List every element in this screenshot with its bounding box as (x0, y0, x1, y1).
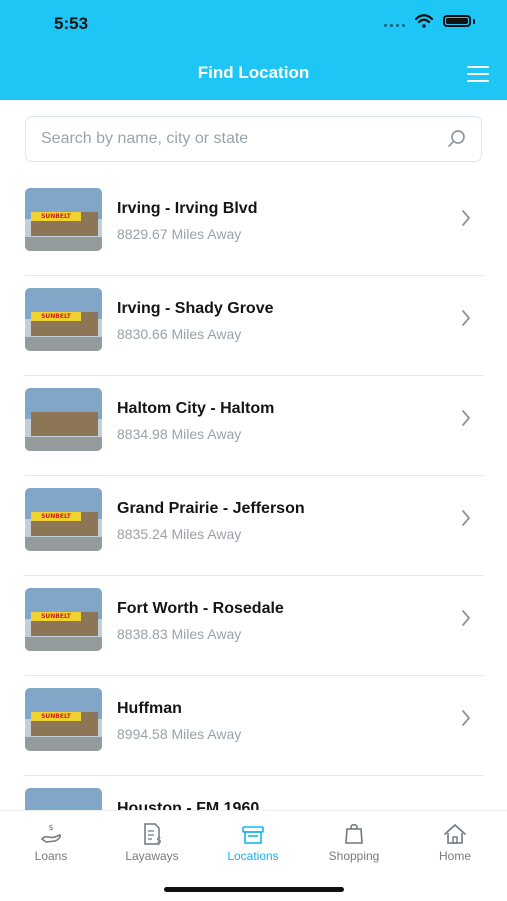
app-header: 5:53 Find Location (0, 0, 507, 100)
location-list: SUNBELT PAWN Irving - Irving Blvd 8829.67 … (25, 176, 483, 810)
tab-label-home: Home (438, 849, 471, 863)
location-photo: SUNBELT PAWN (25, 588, 102, 651)
home-indicator (164, 887, 344, 892)
location-name: Grand Prairie - Jefferson (117, 500, 305, 517)
svg-text:$: $ (48, 823, 53, 832)
location-name: Irving - Irving Blvd (117, 200, 258, 217)
tab-loans[interactable]: $ Loans (6, 821, 96, 869)
location-distance: 8834.98 Miles Away (117, 426, 242, 442)
tab-locations[interactable]: Locations (208, 821, 298, 869)
tab-label-locations: Locations (227, 849, 279, 863)
location-photo (25, 788, 102, 810)
chevron-right-icon (462, 510, 470, 526)
store-sign: SUNBELT PAWN (31, 212, 81, 221)
location-photo: SUNBELT PAWN (25, 188, 102, 251)
location-item[interactable]: SUNBELT PAWN Grand Prairie - Jefferson 883… (25, 476, 483, 576)
store-sign: SUNBELT PAWN (31, 312, 81, 321)
tab-layaways[interactable]: $ Layaways (107, 821, 197, 869)
search-bar (25, 116, 482, 162)
search-icon[interactable] (446, 128, 468, 150)
location-photo: SUNBELT PAWN (25, 688, 102, 751)
location-distance: 8835.24 Miles Away (117, 526, 242, 542)
store-icon (242, 826, 264, 844)
location-name: Haltom City - Haltom (117, 400, 275, 417)
location-item[interactable]: Houston - FM 1960 (25, 776, 483, 810)
chevron-right-icon (462, 310, 470, 326)
hamburger-menu-icon[interactable] (467, 66, 489, 82)
location-item[interactable]: Haltom City - Haltom 8834.98 Miles Away (25, 376, 483, 476)
location-item[interactable]: SUNBELT PAWN Irving - Irving Blvd 8829.67 … (25, 176, 483, 276)
tab-shopping[interactable]: Shopping (309, 821, 399, 869)
location-distance: 8830.66 Miles Away (117, 326, 242, 342)
tab-label-shopping: Shopping (328, 849, 380, 863)
location-photo: SUNBELT PAWN (25, 288, 102, 351)
page-title: Find Location (197, 63, 310, 82)
store-sign: SUNBELT PAWN (31, 612, 81, 621)
hand-dollar-icon: $ (40, 823, 61, 843)
signal-icon (384, 15, 405, 27)
status-icons (384, 14, 475, 28)
location-item[interactable]: SUNBELT PAWN Huffman 8994.58 Miles Away (25, 676, 483, 776)
location-item[interactable]: SUNBELT PAWN Fort Worth - Rosedale 8838.83… (25, 576, 483, 676)
tab-label-layaways: Layaways (125, 849, 179, 863)
chevron-right-icon (462, 410, 470, 426)
svg-text:$: $ (156, 836, 162, 846)
tab-home[interactable]: Home (410, 821, 500, 869)
location-photo (25, 388, 102, 451)
location-photo: SUNBELT PAWN (25, 488, 102, 551)
shopping-bag-icon (345, 823, 363, 844)
location-name: Fort Worth - Rosedale (117, 600, 284, 617)
receipt-dollar-icon: $ (144, 823, 162, 846)
home-icon (444, 823, 466, 844)
status-time: 5:53 (54, 14, 89, 33)
chevron-right-icon (462, 610, 470, 626)
location-distance: 8994.58 Miles Away (117, 726, 242, 742)
store-sign: SUNBELT PAWN (31, 512, 81, 521)
chevron-right-icon (462, 710, 470, 726)
search-input[interactable] (39, 129, 446, 149)
location-item[interactable]: SUNBELT PAWN Irving - Shady Grove 8830.66 … (25, 276, 483, 376)
location-distance: 8838.83 Miles Away (117, 626, 242, 642)
chevron-right-icon (462, 210, 470, 226)
location-distance: 8829.67 Miles Away (117, 226, 242, 242)
store-sign: SUNBELT PAWN (31, 712, 81, 721)
location-name: Houston - FM 1960 (117, 800, 260, 810)
location-name: Huffman (117, 700, 182, 717)
battery-icon (443, 15, 471, 27)
location-name: Irving - Shady Grove (117, 300, 274, 317)
wifi-icon (415, 14, 433, 28)
battery-tip (473, 18, 475, 24)
tab-label-loans: Loans (34, 849, 68, 863)
